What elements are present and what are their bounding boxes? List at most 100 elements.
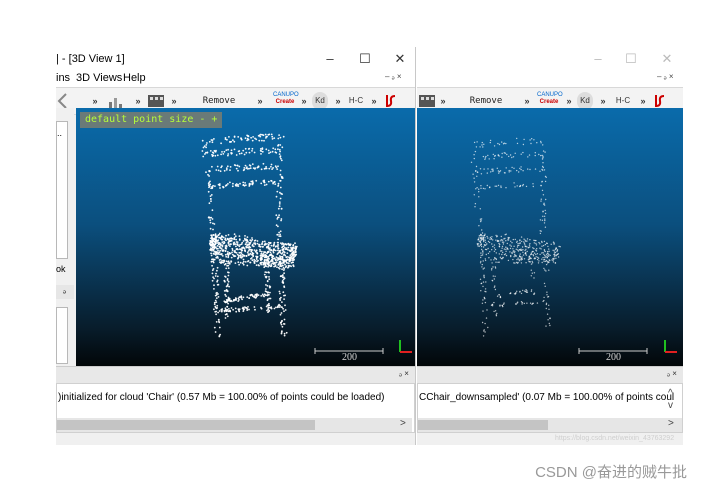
cloud-point: [493, 250, 496, 252]
cloud-point: [485, 244, 487, 246]
cloud-point: [283, 260, 286, 263]
menu-plugins[interactable]: ins: [56, 72, 70, 84]
cloud-point: [238, 152, 241, 155]
scroll-up-arrow[interactable]: ^: [668, 388, 673, 399]
cloud-point: [213, 223, 216, 225]
close-button[interactable]: ✕: [657, 50, 677, 68]
cloud-point: [276, 218, 279, 220]
cloud-point: [237, 256, 240, 259]
cloud-point: [274, 148, 277, 151]
3d-viewport[interactable]: 200: [417, 108, 683, 366]
menu-3d-views[interactable]: 3D Views: [76, 72, 122, 84]
cloud-point: [535, 256, 537, 258]
cloud-point: [215, 272, 217, 275]
cloud-point: [265, 284, 267, 286]
cloud-point: [238, 309, 240, 312]
horizontal-scrollbar[interactable]: >: [418, 418, 682, 432]
cloud-point: [517, 250, 520, 252]
properties-box[interactable]: [56, 307, 68, 364]
cloud-point: [267, 149, 270, 152]
cloud-point: [275, 195, 278, 198]
cloud-point: [502, 251, 504, 254]
cloud-point: [287, 266, 289, 269]
cloud-point: [277, 263, 280, 266]
cloud-point: [237, 261, 240, 264]
cloud-point: [226, 138, 228, 141]
menu-help[interactable]: Help: [123, 72, 146, 84]
cloud-point: [260, 250, 263, 253]
db-tree-box[interactable]: ..: [56, 121, 68, 259]
cloud-point: [499, 295, 502, 298]
cloud-point: [214, 185, 216, 187]
cloud-point: [279, 262, 282, 265]
cloud-point: [209, 227, 212, 230]
cloud-point: [519, 290, 521, 293]
cloud-point: [242, 296, 245, 299]
cloud-point: [253, 306, 256, 308]
scroll-thumb[interactable]: [418, 420, 548, 430]
db-tree-panel: .. ok ₔ: [56, 108, 74, 366]
cloud-point: [267, 255, 269, 258]
cloud-point: [484, 290, 486, 293]
cloud-point: [263, 266, 266, 269]
cloud-point: [217, 311, 220, 314]
cloud-point: [243, 167, 246, 169]
console-dock-buttons[interactable]: ₔ ×: [667, 369, 677, 378]
cloud-point: [476, 141, 478, 143]
cloud-point: [544, 219, 546, 222]
cloud-point: [235, 167, 238, 170]
cloud-point: [507, 248, 509, 250]
mdi-controls[interactable]: – ₔ ×: [385, 72, 402, 81]
dock-button[interactable]: ₔ: [63, 286, 66, 295]
cloud-point: [278, 231, 280, 234]
cloud-point: [283, 286, 286, 288]
cloud-point: [213, 288, 215, 290]
scroll-right-arrow[interactable]: >: [668, 418, 674, 429]
cloud-point: [229, 169, 231, 171]
cloud-point: [216, 304, 219, 307]
horizontal-scrollbar[interactable]: >: [57, 418, 412, 432]
cloud-point: [527, 168, 529, 170]
cloud-point: [221, 151, 223, 153]
cloud-point: [482, 236, 484, 239]
cloud-point: [234, 164, 237, 167]
close-button[interactable]: ✕: [390, 50, 410, 68]
cloud-point: [220, 142, 223, 145]
maximize-button[interactable]: ☐: [355, 50, 375, 68]
minimize-button[interactable]: –: [588, 50, 608, 68]
console-dock-buttons[interactable]: ₔ ×: [399, 369, 409, 378]
cloud-point: [238, 165, 241, 168]
cloud-point: [282, 282, 285, 284]
cloud-point: [521, 301, 524, 304]
cloud-point: [520, 236, 523, 238]
cloud-point: [511, 166, 513, 169]
cloud-point: [279, 299, 282, 301]
cloud-point: [262, 245, 264, 248]
cloud-point: [549, 259, 551, 262]
3d-viewport[interactable]: default point size - + 200: [76, 108, 415, 366]
cloud-point: [244, 243, 247, 246]
cloud-point: [480, 237, 482, 240]
scroll-down-arrow[interactable]: v: [668, 400, 673, 411]
scroll-thumb[interactable]: [57, 420, 315, 430]
cloud-point: [526, 250, 528, 253]
cloud-point: [495, 252, 497, 254]
cloud-point: [522, 143, 525, 146]
cloud-point: [217, 183, 220, 186]
minimize-button[interactable]: –: [320, 50, 340, 68]
cloud-point: [230, 149, 233, 152]
cloud-point: [491, 280, 494, 282]
cloud-point: [252, 245, 255, 248]
cloud-point: [244, 235, 246, 237]
scroll-right-arrow[interactable]: >: [400, 418, 406, 429]
cloud-point: [276, 168, 279, 170]
cloud-point: [543, 204, 546, 206]
cloud-point: [530, 275, 532, 277]
cloud-point: [509, 154, 512, 156]
cloud-point: [231, 251, 233, 254]
mdi-controls[interactable]: – ₔ ×: [657, 72, 674, 81]
maximize-button[interactable]: ☐: [621, 50, 641, 68]
cloud-point: [264, 242, 267, 245]
cloud-point: [227, 183, 229, 185]
cloud-point: [241, 241, 244, 244]
